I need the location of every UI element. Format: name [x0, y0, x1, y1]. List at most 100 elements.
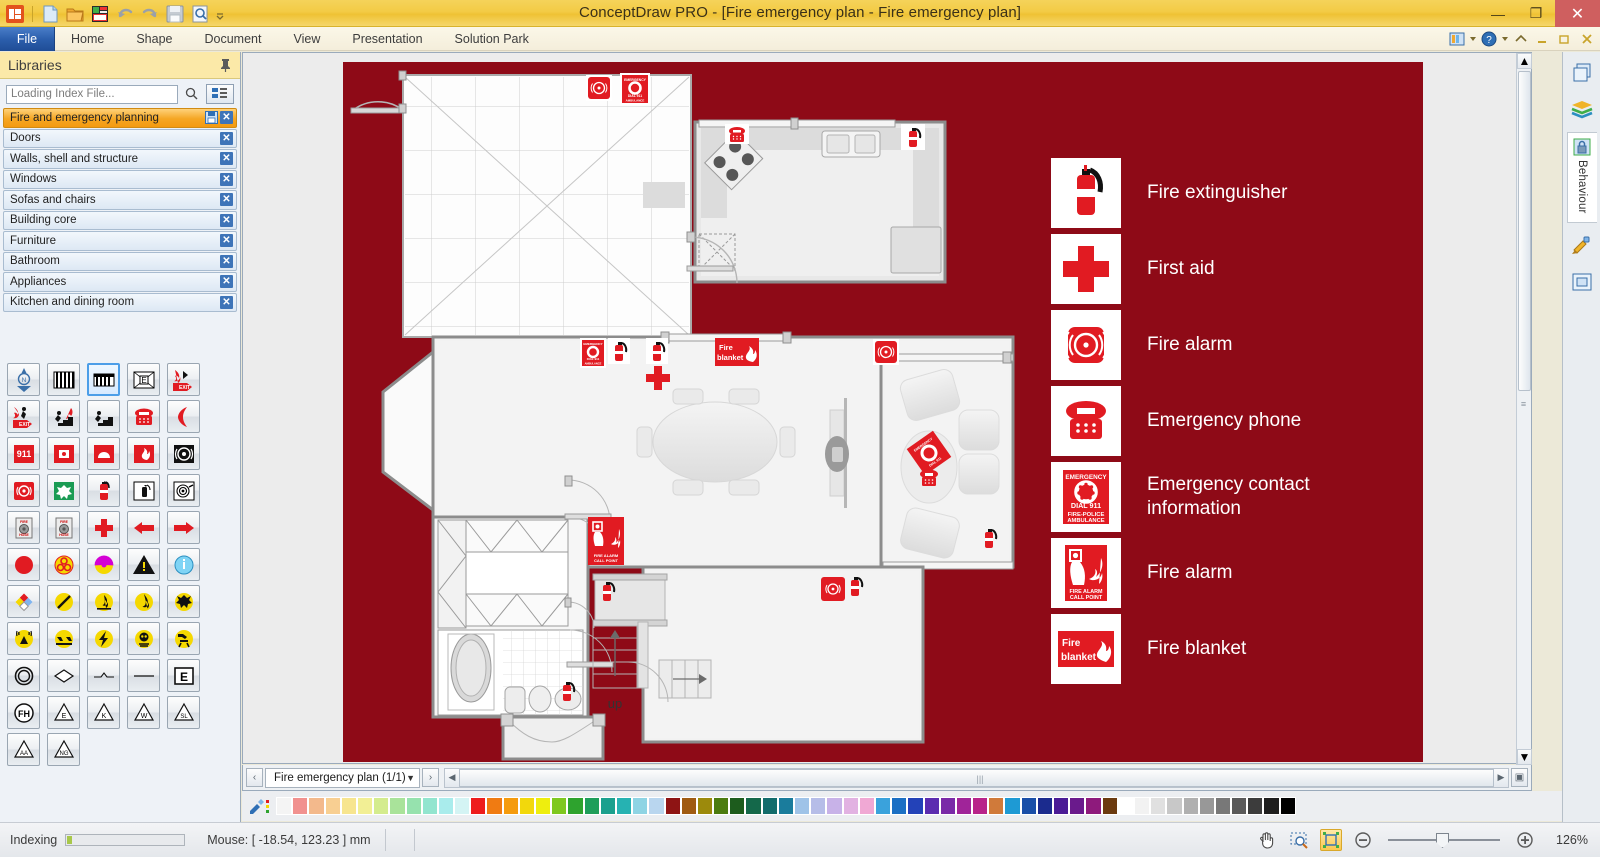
- tab-view[interactable]: View: [277, 27, 336, 51]
- page-options-button[interactable]: ▣: [1511, 768, 1528, 787]
- chevron-down-icon[interactable]: ▼: [406, 773, 415, 783]
- north-compass-icon[interactable]: N: [7, 363, 40, 396]
- exit-e-box-icon[interactable]: E: [167, 659, 200, 692]
- fire-alarm-red-icon[interactable]: [7, 474, 40, 507]
- toxic-gas-mask-icon[interactable]: [127, 622, 160, 655]
- scroll-thumb[interactable]: |||: [459, 768, 1494, 787]
- zoom-slider-thumb[interactable]: [1436, 833, 1449, 848]
- color-swatch[interactable]: [599, 797, 616, 815]
- library-item-walls-shell-and-structure[interactable]: Walls, shell and structure ✕: [3, 149, 237, 169]
- color-swatch[interactable]: [1069, 797, 1086, 815]
- fire-hose-cabinet-2-icon[interactable]: FIRE HOSE: [47, 511, 80, 544]
- close-library-icon[interactable]: ✕: [220, 172, 233, 186]
- fire-exit-person-icon[interactable]: EXIT: [7, 400, 40, 433]
- layers-icon[interactable]: [1569, 60, 1595, 86]
- restore-button[interactable]: ❐: [1517, 0, 1555, 27]
- horizontal-scrollbar[interactable]: ◀ ||| ▶: [444, 767, 1509, 788]
- color-swatch[interactable]: [794, 797, 811, 815]
- moving-machinery-icon[interactable]: [167, 622, 200, 655]
- color-swatch[interactable]: [567, 797, 584, 815]
- color-swatch[interactable]: [454, 797, 471, 815]
- color-swatch[interactable]: [632, 797, 649, 815]
- zoom-marquee-icon[interactable]: [1288, 829, 1310, 851]
- close-button[interactable]: ✕: [1555, 0, 1600, 27]
- prev-page-button[interactable]: ‹: [246, 768, 263, 787]
- format-painter-icon[interactable]: [1569, 233, 1595, 259]
- search-input[interactable]: Loading Index File...: [6, 84, 178, 104]
- page-tab-fire-emergency-plan[interactable]: Fire emergency plan (1/1) ▼: [265, 767, 420, 788]
- doc-close-icon[interactable]: [1578, 30, 1596, 48]
- radio-waves-icon[interactable]: [7, 622, 40, 655]
- color-swatch[interactable]: [615, 797, 633, 815]
- canvas-vertical-scrollbar[interactable]: ▲ ≡ ▼: [1516, 53, 1532, 765]
- color-swatch[interactable]: [664, 797, 681, 815]
- tab-solution-park[interactable]: Solution Park: [439, 27, 545, 51]
- color-swatch[interactable]: [761, 797, 778, 815]
- color-swatch[interactable]: [535, 797, 552, 815]
- color-swatch[interactable]: [292, 797, 309, 815]
- color-swatch[interactable]: [1150, 797, 1167, 815]
- color-swatch[interactable]: [1247, 797, 1264, 815]
- circle-outline-icon[interactable]: [7, 659, 40, 692]
- color-swatch[interactable]: [891, 797, 908, 815]
- color-swatch[interactable]: [648, 797, 665, 815]
- color-swatch[interactable]: [1214, 797, 1232, 815]
- fire-hydrant-fh-icon[interactable]: FH: [7, 696, 40, 729]
- tab-home[interactable]: Home: [55, 27, 120, 51]
- color-swatch[interactable]: [923, 797, 940, 815]
- fire-exit-right-icon[interactable]: EXIT: [167, 363, 200, 396]
- color-swatch[interactable]: [1117, 797, 1134, 815]
- pan-hand-icon[interactable]: [1256, 829, 1278, 851]
- close-library-icon[interactable]: ✕: [220, 193, 233, 207]
- fire-alarm-box-icon[interactable]: [47, 437, 80, 470]
- doc-restore-icon[interactable]: [1556, 30, 1574, 48]
- color-swatch[interactable]: [340, 797, 357, 815]
- close-library-icon[interactable]: ✕: [220, 254, 233, 268]
- line-icon[interactable]: [127, 659, 160, 692]
- library-item-building-core[interactable]: Building core ✕: [3, 210, 237, 230]
- color-swatch[interactable]: [1263, 797, 1280, 815]
- color-swatch[interactable]: [1004, 797, 1021, 815]
- behaviour-panel-tab[interactable]: Behaviour: [1566, 132, 1597, 223]
- triangle-e-icon[interactable]: E: [47, 696, 80, 729]
- chevron-down-icon[interactable]: [1502, 37, 1508, 41]
- color-swatch[interactable]: [972, 797, 989, 815]
- scroll-down-button[interactable]: ▼: [1517, 749, 1532, 765]
- fire-extinguisher-icon[interactable]: [87, 474, 120, 507]
- color-swatch[interactable]: [486, 797, 503, 815]
- ladder-icon[interactable]: [47, 363, 80, 396]
- frame-icon[interactable]: [1569, 269, 1595, 295]
- canvas-area[interactable]: up EMERGENCY DIAL 911 AMBULANCE EMERGENC…: [242, 52, 1532, 765]
- collapse-ribbon-icon[interactable]: [1512, 30, 1530, 48]
- pin-icon[interactable]: [219, 58, 232, 72]
- color-swatch[interactable]: [1085, 797, 1102, 815]
- assembly-point-icon[interactable]: [47, 474, 80, 507]
- library-item-appliances[interactable]: Appliances ✕: [3, 272, 237, 292]
- color-swatch[interactable]: [405, 797, 422, 815]
- drawing-page[interactable]: up EMERGENCY DIAL 911 AMBULANCE EMERGENC…: [343, 62, 1423, 762]
- line-break-icon[interactable]: [87, 659, 120, 692]
- tab-file[interactable]: File: [0, 27, 55, 51]
- color-swatch[interactable]: [421, 797, 438, 815]
- diamond-outline-icon[interactable]: [47, 659, 80, 692]
- emergency-exit-e-icon[interactable]: E: [127, 363, 160, 396]
- fire-escape-ladder-icon[interactable]: [87, 363, 120, 396]
- color-swatch[interactable]: [842, 797, 859, 815]
- color-swatch[interactable]: [777, 797, 794, 815]
- triangle-ng-icon[interactable]: NG: [47, 733, 80, 766]
- next-page-button[interactable]: ›: [422, 768, 439, 787]
- color-swatch[interactable]: [502, 797, 519, 815]
- flammable-icon[interactable]: [87, 585, 120, 618]
- color-swatch[interactable]: [324, 797, 341, 815]
- triangle-k-icon[interactable]: K: [87, 696, 120, 729]
- color-swatch[interactable]: [713, 797, 730, 815]
- color-swatch[interactable]: [583, 797, 600, 815]
- fire-hose-cabinet-icon[interactable]: FIRE HOSE: [7, 511, 40, 544]
- emergency-phone-icon[interactable]: [127, 400, 160, 433]
- color-swatch[interactable]: [1231, 797, 1248, 815]
- scroll-track[interactable]: |||: [459, 768, 1494, 787]
- alarm-bell-black-icon[interactable]: [167, 437, 200, 470]
- color-picker-icon[interactable]: [246, 797, 272, 815]
- close-library-icon[interactable]: ✕: [220, 152, 233, 166]
- library-item-furniture[interactable]: Furniture ✕: [3, 231, 237, 251]
